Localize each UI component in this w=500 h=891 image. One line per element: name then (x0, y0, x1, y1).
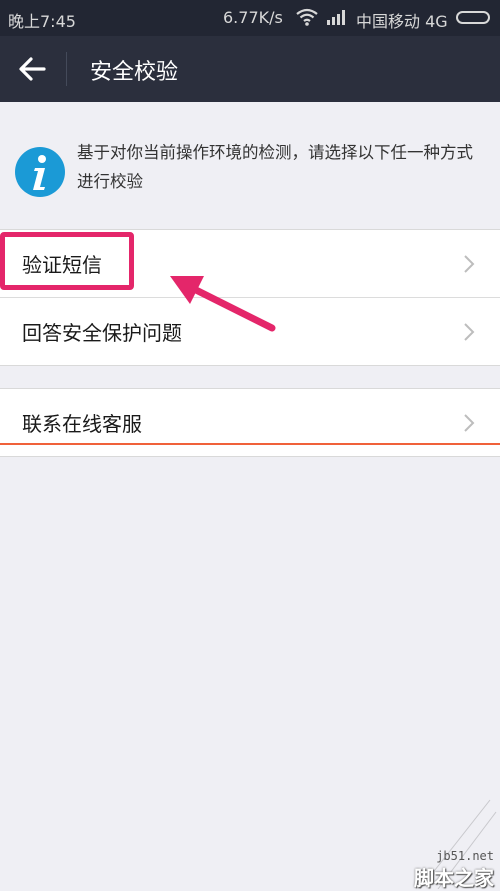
option-security-question-label: 回答安全保护问题 (22, 321, 182, 345)
chevron-right-icon (464, 255, 475, 273)
annotation-arrow-icon (170, 276, 276, 332)
highlight-box (0, 232, 134, 290)
page-title: 安全校验 (90, 60, 179, 85)
option-online-support-label: 联系在线客服 (22, 412, 142, 436)
wifi-icon (296, 8, 318, 26)
watermark-site: jb51.net (436, 849, 494, 863)
watermark-name: 脚本之家 (414, 866, 494, 890)
header-divider (66, 52, 67, 86)
info-notice: 基于对你当前操作环境的检测，请选择以下任一种方式进行校验 (0, 138, 500, 208)
network-speed: 6.77K/s (223, 8, 283, 27)
support-options: 联系在线客服 (0, 388, 500, 457)
option-online-support[interactable]: 联系在线客服 (0, 389, 500, 456)
status-bar: 晚上7:45 6.77K/s 中国移动 4G (0, 0, 500, 36)
chevron-right-icon (464, 414, 475, 432)
back-arrow-icon[interactable] (14, 53, 50, 85)
info-icon (15, 147, 65, 197)
signal-icon (327, 10, 345, 25)
chevron-right-icon (464, 323, 475, 341)
focus-underline (0, 443, 500, 445)
carrier-label: 中国移动 4G (356, 12, 448, 31)
battery-icon (456, 11, 490, 24)
watermark: jb51.net 脚本之家 (380, 792, 500, 890)
info-text: 基于对你当前操作环境的检测，请选择以下任一种方式进行校验 (77, 143, 473, 191)
app-bar: 安全校验 (0, 36, 500, 102)
status-time: 晚上7:45 (8, 12, 76, 31)
